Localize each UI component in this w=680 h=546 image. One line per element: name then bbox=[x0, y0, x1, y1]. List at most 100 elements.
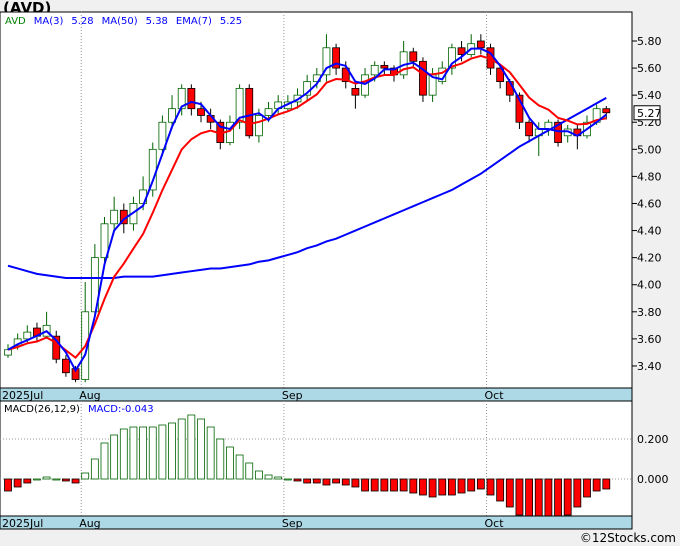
y-tick-label: 3.40 bbox=[637, 360, 662, 373]
copyright: ©12Stocks.com bbox=[579, 531, 676, 545]
candle bbox=[476, 40, 485, 49]
candle bbox=[110, 209, 119, 225]
macd-bar bbox=[293, 478, 302, 482]
macd-legend-value: MACD:-0.043 bbox=[88, 404, 154, 415]
macd-bar bbox=[592, 478, 601, 492]
candle bbox=[23, 331, 32, 340]
legend-ema7-value: 5.25 bbox=[220, 16, 242, 27]
y-tick-label: 4.40 bbox=[637, 225, 662, 238]
macd-bar bbox=[119, 428, 128, 480]
y-tick-label: 3.80 bbox=[637, 306, 662, 319]
legend-ema7-label: EMA(7) bbox=[176, 16, 212, 27]
candle bbox=[197, 108, 205, 116]
macd-bar bbox=[197, 418, 205, 480]
macd-bar bbox=[139, 426, 148, 480]
price-panel bbox=[0, 11, 633, 389]
x-tick-label: Sep bbox=[282, 389, 303, 402]
y-tick-label: 5.00 bbox=[637, 143, 662, 156]
macd-bar bbox=[602, 478, 611, 490]
macd-bar bbox=[110, 434, 119, 480]
candle bbox=[254, 115, 263, 137]
candle bbox=[419, 60, 427, 96]
legend-ma50-value: 5.38 bbox=[146, 16, 168, 27]
macd-bar bbox=[13, 478, 22, 488]
macd-bar bbox=[583, 478, 591, 498]
macd-bar bbox=[274, 476, 283, 480]
macd-bar bbox=[409, 478, 418, 494]
macd-bar bbox=[158, 424, 167, 480]
candle bbox=[370, 64, 379, 76]
macd-bar bbox=[226, 446, 234, 480]
macd-bar bbox=[264, 474, 273, 480]
y-tick-label: 4.20 bbox=[637, 252, 662, 265]
macd-bar bbox=[332, 478, 341, 484]
x-tick-label: Aug bbox=[79, 517, 100, 530]
macd-bar bbox=[283, 478, 292, 481]
macd-bar bbox=[4, 478, 12, 492]
macd-bar bbox=[33, 478, 41, 481]
macd-bar bbox=[563, 478, 572, 516]
y-tick-label: 5.80 bbox=[637, 35, 662, 48]
candle bbox=[264, 108, 273, 116]
macd-y-tick-label: 0.000 bbox=[637, 473, 669, 486]
macd-bar bbox=[457, 478, 466, 494]
candle bbox=[187, 87, 196, 110]
macd-bar bbox=[534, 478, 543, 517]
macd-bar bbox=[554, 478, 562, 517]
y-tick-label: 3.60 bbox=[637, 333, 662, 346]
macd-bar bbox=[312, 478, 321, 484]
macd-bar bbox=[52, 478, 61, 481]
candle bbox=[361, 74, 369, 96]
macd-bar bbox=[544, 478, 553, 517]
macd-bar bbox=[370, 478, 379, 492]
candle bbox=[148, 148, 157, 191]
macd-y-tick-label: 0.200 bbox=[637, 433, 669, 446]
macd-bar bbox=[235, 454, 244, 480]
macd-bar bbox=[148, 426, 157, 480]
y-tick-label: 4.60 bbox=[637, 197, 662, 210]
legend-ma50-label: MA(50) bbox=[102, 16, 138, 27]
candle bbox=[62, 358, 70, 374]
macd-bar bbox=[206, 426, 215, 480]
macd-bar bbox=[380, 478, 389, 492]
y-tick-label: 5.60 bbox=[637, 62, 662, 75]
legend-ma3-label: MA(3) bbox=[34, 16, 64, 27]
x-tick-label: Oct bbox=[485, 389, 505, 402]
legend-ticker: AVD bbox=[5, 16, 26, 27]
candle bbox=[525, 121, 533, 137]
macd-bar bbox=[390, 478, 398, 492]
candle bbox=[602, 108, 611, 114]
macd-bar bbox=[303, 478, 312, 484]
macd-bar bbox=[254, 470, 263, 480]
candle bbox=[380, 64, 389, 69]
macd-bar bbox=[62, 478, 70, 482]
candle bbox=[351, 87, 360, 96]
legend-ma3-value: 5.28 bbox=[71, 16, 93, 27]
x-tick-label: Sep bbox=[282, 517, 303, 530]
macd-bar bbox=[42, 476, 51, 480]
macd-bar bbox=[341, 478, 350, 486]
x-tick-label: Oct bbox=[485, 517, 505, 530]
macd-bar bbox=[515, 478, 524, 516]
macd-bar bbox=[525, 478, 533, 517]
x-tick-label: 2025Jul bbox=[2, 389, 43, 402]
macd-bar bbox=[100, 442, 109, 480]
macd-bar bbox=[419, 478, 427, 496]
macd-bar bbox=[81, 472, 90, 480]
candle bbox=[245, 87, 254, 137]
last-price: 5.27 bbox=[637, 107, 662, 120]
macd-bar bbox=[177, 418, 186, 480]
macd-bar bbox=[573, 478, 582, 508]
macd-bar bbox=[361, 478, 369, 492]
macd-bar bbox=[216, 438, 225, 480]
y-tick-label: 4.80 bbox=[637, 170, 662, 183]
x-tick-label: Aug bbox=[79, 389, 100, 402]
macd-bar bbox=[187, 414, 196, 480]
macd-bar bbox=[129, 426, 138, 480]
y-tick-label: 5.40 bbox=[637, 89, 662, 102]
stock-chart: 3.403.603.804.004.204.404.604.805.005.20… bbox=[0, 11, 669, 530]
macd-bar bbox=[438, 478, 447, 496]
macd-bar bbox=[322, 478, 331, 486]
macd-bar bbox=[467, 478, 476, 492]
macd-bar bbox=[90, 458, 99, 480]
